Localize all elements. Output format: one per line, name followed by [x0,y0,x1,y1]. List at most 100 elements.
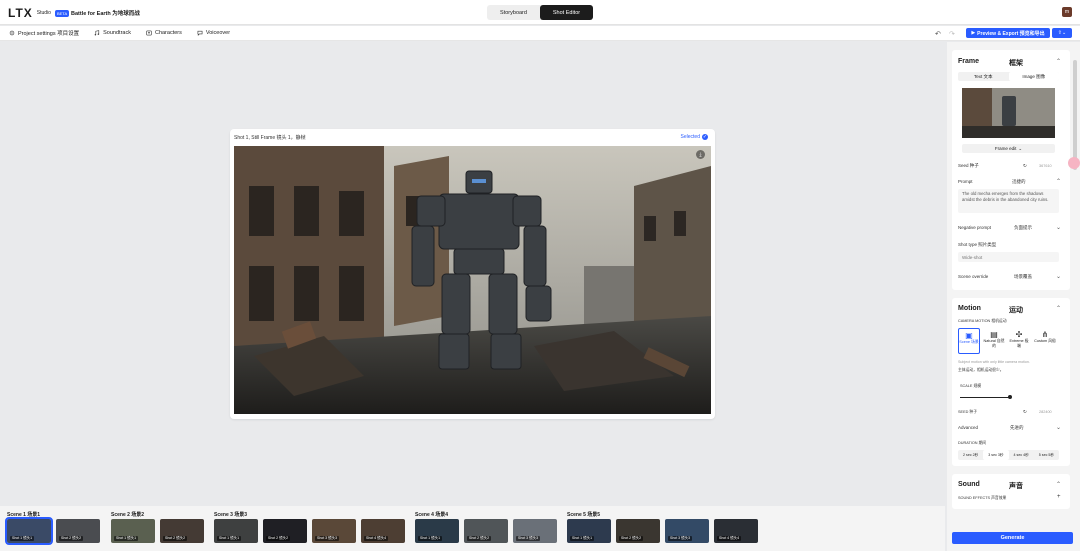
shot-frame-title: Shot 1, Still Frame 镜头 1，静帧 [234,135,306,141]
scene-override-expand-icon[interactable]: ⌄ [1056,273,1061,280]
mecha-scene-image [234,146,711,414]
camera-option-extreme[interactable]: ✣ Extreme 极端 [1008,328,1030,354]
motion-hint-cn: 主体运动，相机运动很少。 [958,368,1004,372]
shot-thumbnail[interactable]: Shot 1 镜头1 [111,519,155,543]
scale-slider-handle[interactable] [1008,395,1012,399]
voiceover-label: Voiceover [205,30,231,36]
camera-option-custom[interactable]: ⋔ Custom 风俗 [1033,328,1057,354]
ltx-logo[interactable]: LTX Studio BETA [8,6,70,20]
shot-caption: Shot 1 镜头1 [418,536,443,541]
camera-option-natural[interactable]: ▤ Natural 自然的 [983,328,1005,354]
assistant-bubble-icon[interactable] [1068,157,1080,169]
preview-export-button[interactable]: ▶ Preview & Export 预览和导出 [966,28,1050,38]
scene-label: Scene 2 场景2 [111,512,145,518]
sound-collapse-icon[interactable]: ⌃ [1056,481,1061,488]
shot-type-input[interactable]: Wide-shot [958,252,1059,262]
motion-seed-value[interactable]: 282400 [1039,410,1052,414]
frame-thumbnail-image [962,88,1055,138]
shot-caption: Shot 4 镜头4 [364,536,389,541]
shot-thumbnail[interactable]: Shot 1 镜头1 [214,519,258,543]
characters-button[interactable]: Characters [146,30,182,36]
shot-thumbnail[interactable]: Shot 4 镜头4 [361,519,405,543]
shot-caption: Shot 2 镜头2 [266,536,291,541]
frame-thumbnail[interactable] [962,88,1055,138]
seed-value[interactable]: 367610 [1039,164,1052,168]
motion-seed-label: SEED 种子 [958,410,977,414]
shot-thumbnail[interactable]: Shot 1 镜头1 [5,517,53,545]
refresh-seed-icon[interactable]: ↻ [1023,163,1027,169]
project-settings-button[interactable]: Project settings 项目设置 [9,29,79,37]
avatar[interactable]: m [1062,7,1072,17]
scene-label: Scene 4 场景4 [415,512,449,518]
soundtrack-button[interactable]: Soundtrack [94,30,131,36]
duration-2s[interactable]: 2 sec 2秒 [958,450,983,460]
image-mode-tab[interactable]: Image 图像 [1008,72,1059,81]
scene-label: Scene 1 场景1 [7,512,41,518]
shot-thumbnail[interactable]: Shot 1 镜头1 [415,519,459,543]
negative-prompt-expand-icon[interactable]: ⌄ [1056,224,1061,231]
prompt-textarea[interactable]: The old mecha emerges from the shadows a… [958,189,1059,213]
motion-title-cn: 运动 [1009,307,1023,314]
scene-label: Scene 3 场景3 [214,512,248,518]
shot-frame-card[interactable]: Shot 1, Still Frame 镜头 1，静帧 Selected ✓ ⤓ [230,129,715,419]
voiceover-button[interactable]: Voiceover [197,30,230,36]
camera-extreme-icon: ✣ [1015,330,1023,339]
shot-caption: Shot 2 镜头2 [619,536,644,541]
shot-thumbnail[interactable]: Shot 2 镜头2 [263,519,307,543]
shot-thumbnail[interactable]: Shot 1 镜头1 [567,519,611,543]
sound-title-cn: 声音 [1009,483,1023,490]
download-icon[interactable]: ⤓ [696,150,705,159]
shot-thumbnail[interactable]: Shot 2 镜头2 [464,519,508,543]
scale-slider-track[interactable] [960,397,1010,398]
project-settings-label: Project settings 项目设置 [18,31,80,37]
duration-3s[interactable]: 3 sec 3秒 [983,450,1009,460]
shot-thumbnail[interactable]: Shot 2 镜头2 [160,519,204,543]
panel-scrollbar[interactable] [1073,60,1077,170]
shot-thumbnail[interactable]: Shot 3 镜头3 [665,519,709,543]
shot-thumbnail[interactable]: Shot 3 镜头3 [312,519,356,543]
selected-indicator: Selected ✓ [681,134,708,140]
collapse-icon[interactable]: ⌃ [1056,58,1061,65]
undo-icon[interactable]: ↶ [935,30,941,38]
redo-icon[interactable]: ↷ [949,30,955,38]
text-mode-tab[interactable]: Text 文本 [958,72,1009,81]
duration-5s[interactable]: 5 sec 5秒 [1034,450,1059,460]
shot-thumbnail[interactable]: Shot 2 镜头2 [616,519,660,543]
frame-title: Frame [958,58,980,65]
duration-4s[interactable]: 4 sec 4秒 [1009,450,1034,460]
soundtrack-label: Soundtrack [103,30,131,36]
frame-edit-button[interactable]: Frame edit ⌄ [962,144,1055,153]
motion-hint: Subject motion with only little camera m… [958,360,1030,364]
scene-label: Scene 5 场景5 [567,512,601,518]
sound-section: Sound 声音 ⌃ SOUND EFFECTS 声音效果 + [952,474,1070,509]
advanced-expand-icon[interactable]: ⌄ [1056,424,1061,431]
motion-collapse-icon[interactable]: ⌃ [1056,305,1061,312]
duration-label: DURATION 期间 [958,441,987,445]
project-title[interactable]: Battle for Earth 为地球而战 [71,9,140,17]
generate-button[interactable]: Generate [952,532,1073,544]
person-card-icon [146,30,152,36]
add-sound-icon[interactable]: + [1057,494,1061,500]
top-bar: LTX Studio BETA Battle for Earth 为地球而战 S… [0,0,1080,25]
frame-edit-label: Frame edit [994,146,1017,151]
selected-label: Selected [680,134,700,140]
shot-thumbnail[interactable]: Shot 3 镜头3 [513,519,557,543]
shot-caption: Shot 4 镜头4 [717,536,742,541]
shot-thumbnail[interactable]: Shot 2 镜头2 [56,519,100,543]
tab-shot-editor[interactable]: Shot Editor [540,5,593,20]
camera-option-scene[interactable]: ▣ Scene 场景 [958,328,980,354]
shot-image[interactable]: ⤓ [234,146,711,414]
refresh-motion-seed-icon[interactable]: ↻ [1023,409,1027,415]
scene-override-label-cn: 场景覆盖 [1014,274,1032,279]
camera-option-custom-label: Custom 风俗 [1034,339,1056,343]
share-button[interactable]: ⇪ ⌄ [1052,28,1072,38]
check-icon: ✓ [702,134,708,140]
prompt-collapse-icon[interactable]: ⌃ [1056,178,1061,185]
scale-label: SCALE 规模 [960,384,982,388]
toolbar: Project settings 项目设置 Soundtrack Charact… [0,26,1080,41]
shot-thumbnail[interactable]: Shot 4 镜头4 [714,519,758,543]
tab-storyboard[interactable]: Storyboard [487,5,540,20]
camera-option-natural-label: Natural 自然的 [983,339,1005,348]
motion-section: Motion 运动 ⌃ CAMERA MOTION 相机运动 ▣ Scene 场景… [952,298,1070,466]
advanced-label-cn: 先进的 [1010,425,1024,430]
